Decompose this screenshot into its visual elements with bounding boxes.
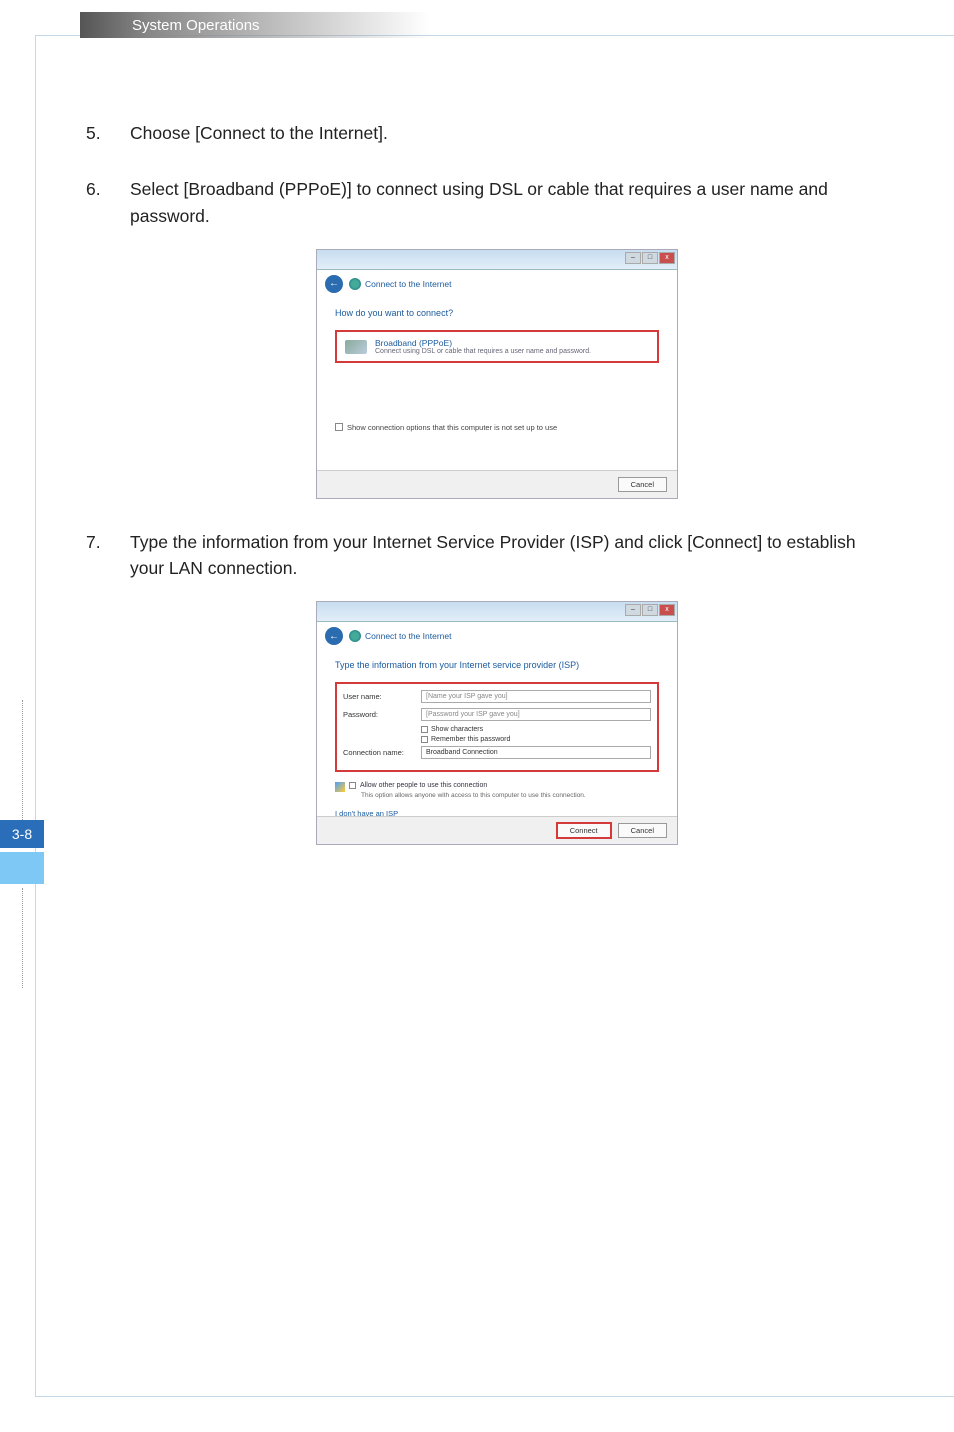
show-chars-checkbox[interactable] — [421, 726, 428, 733]
step-7-num: 7. — [108, 529, 130, 555]
connection-name-label: Connection name: — [343, 748, 421, 757]
isp-form: User name: [Name your ISP gave you] Pass… — [335, 682, 659, 772]
header-title: System Operations — [132, 17, 260, 34]
dialog-isp-info: – □ x ← Connect to the Internet Type the… — [316, 601, 678, 845]
dialog2-prompt: Type the information from your Internet … — [335, 660, 659, 670]
page-header: System Operations — [80, 12, 954, 38]
dialog1-body: How do you want to connect? Broadband (P… — [317, 298, 677, 442]
screenshot-1-container: – □ x ← Connect to the Internet How do y… — [100, 249, 894, 499]
remember-checkbox[interactable] — [421, 736, 428, 743]
remember-row[interactable]: Remember this password — [421, 736, 651, 743]
username-input[interactable]: [Name your ISP gave you] — [421, 690, 651, 703]
cancel-button-2[interactable]: Cancel — [618, 823, 667, 838]
maximize-button[interactable]: □ — [642, 252, 658, 264]
step-5-num: 5. — [108, 120, 130, 146]
broadband-title: Broadband (PPPoE) — [375, 338, 591, 348]
window-controls-2: – □ x — [625, 604, 675, 616]
show-chars-label: Show characters — [431, 726, 483, 733]
dotted-line-top — [22, 700, 44, 820]
close-button-2[interactable]: x — [659, 604, 675, 616]
broadband-icon — [345, 340, 367, 354]
window-controls: – □ x — [625, 252, 675, 264]
step-6-num: 6. — [108, 176, 130, 202]
globe-icon — [349, 278, 361, 290]
dialog2-buttons: Connect Cancel — [317, 816, 677, 844]
allow-others-row[interactable]: Allow other people to use this connectio… — [335, 782, 659, 792]
back-icon[interactable]: ← — [325, 275, 343, 293]
dialog2-body: Type the information from your Internet … — [317, 650, 677, 828]
back-icon-2[interactable]: ← — [325, 627, 343, 645]
step-5-text: Choose [Connect to the Internet]. — [130, 123, 388, 143]
dialog1-buttons: Cancel — [317, 470, 677, 498]
globe-icon-2 — [349, 630, 361, 642]
page-number: 3-8 — [0, 820, 44, 848]
minimize-button-2[interactable]: – — [625, 604, 641, 616]
page-marker: 3-8 — [0, 700, 44, 988]
step-7: 7.Type the information from your Interne… — [100, 529, 894, 846]
dialog1-prompt: How do you want to connect? — [335, 308, 659, 318]
allow-others-sub: This option allows anyone with access to… — [361, 792, 659, 799]
username-label: User name: — [343, 692, 421, 701]
show-options-label: Show connection options that this comput… — [347, 423, 557, 432]
broadband-option[interactable]: Broadband (PPPoE) Connect using DSL or c… — [335, 330, 659, 363]
step-6: 6.Select [Broadband (PPPoE)] to connect … — [100, 176, 894, 499]
dialog1-header: ← Connect to the Internet — [317, 270, 677, 298]
broadband-sub: Connect using DSL or cable that requires… — [375, 348, 591, 355]
screenshot-2-container: – □ x ← Connect to the Internet Type the… — [100, 601, 894, 845]
step-6-text: Select [Broadband (PPPoE)] to connect us… — [130, 179, 828, 225]
close-button[interactable]: x — [659, 252, 675, 264]
step-7-text: Type the information from your Internet … — [130, 532, 856, 578]
dotted-line-bottom — [22, 888, 44, 988]
connection-name-row: Connection name: Broadband Connection — [343, 746, 651, 759]
password-row: Password: [Password your ISP gave you] — [343, 708, 651, 721]
remember-label: Remember this password — [431, 736, 510, 743]
page-accent-box — [0, 852, 44, 884]
dialog2-titlebar: – □ x — [317, 602, 677, 622]
show-options-checkbox[interactable] — [335, 423, 343, 431]
content-area: 5.Choose [Connect to the Internet]. 6.Se… — [100, 120, 894, 875]
maximize-button-2[interactable]: □ — [642, 604, 658, 616]
show-chars-row[interactable]: Show characters — [421, 726, 651, 733]
connection-name-input[interactable]: Broadband Connection — [421, 746, 651, 759]
password-label: Password: — [343, 710, 421, 719]
dialog1-title: Connect to the Internet — [365, 279, 451, 289]
connect-button[interactable]: Connect — [556, 822, 612, 839]
step-5: 5.Choose [Connect to the Internet]. — [100, 120, 894, 146]
minimize-button[interactable]: – — [625, 252, 641, 264]
allow-others-label: Allow other people to use this connectio… — [360, 782, 487, 789]
username-row: User name: [Name your ISP gave you] — [343, 690, 651, 703]
cancel-button[interactable]: Cancel — [618, 477, 667, 492]
dialog2-header: ← Connect to the Internet — [317, 622, 677, 650]
show-options-row[interactable]: Show connection options that this comput… — [335, 423, 659, 432]
dialog-connect-options: – □ x ← Connect to the Internet How do y… — [316, 249, 678, 499]
shield-icon — [335, 782, 345, 792]
password-input[interactable]: [Password your ISP gave you] — [421, 708, 651, 721]
dialog1-titlebar: – □ x — [317, 250, 677, 270]
allow-others-checkbox[interactable] — [349, 782, 356, 789]
dialog2-title: Connect to the Internet — [365, 631, 451, 641]
